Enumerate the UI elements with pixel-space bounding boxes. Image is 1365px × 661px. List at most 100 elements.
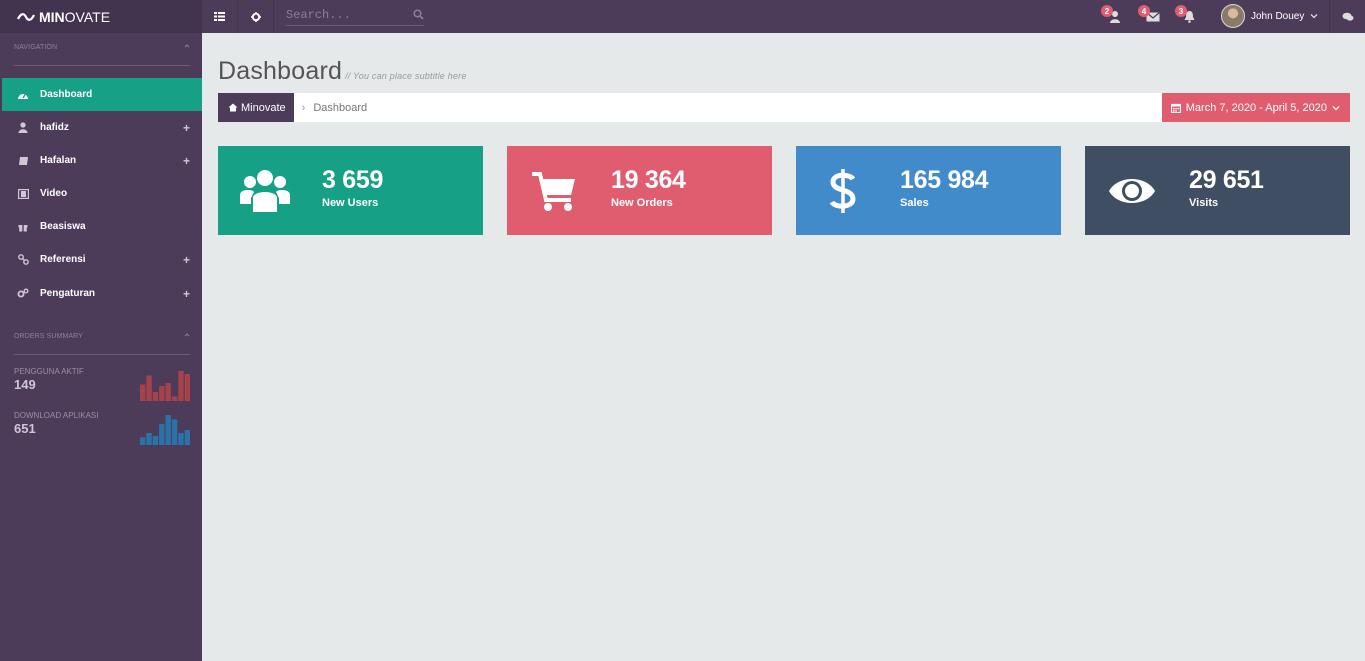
dashboard-icon	[17, 89, 29, 101]
notification-alerts-button[interactable]: 3	[1175, 5, 1200, 26]
sidebar: NAVIGATION Dashboard hafidz + Hafalan + …	[0, 33, 202, 661]
brand-logo[interactable]: MIN OVATE	[0, 0, 202, 33]
shopping-cart-icon	[529, 168, 579, 214]
page-title: Dashboard// You can place subtitle here	[218, 57, 467, 86]
sparkline-bar	[152, 436, 159, 445]
sparkline-bar	[165, 415, 171, 445]
stat-card-new-users[interactable]: 3 659 New Users	[218, 146, 483, 235]
orders-summary-section-title[interactable]: ORDERS SUMMARY	[14, 333, 190, 355]
home-icon	[228, 103, 238, 112]
sparkline-bar	[184, 430, 190, 445]
stat-label: Sales	[900, 197, 929, 209]
sidebar-item-label: hafidz	[40, 122, 69, 133]
chat-button[interactable]	[1329, 0, 1365, 33]
sidebar-item-video[interactable]: Video	[2, 177, 202, 210]
search-input[interactable]	[286, 7, 396, 22]
sidebar-item-label: Video	[40, 188, 68, 199]
stat-label: Visits	[1189, 197, 1219, 209]
sidebar-item-referensi[interactable]: Referensi +	[2, 243, 202, 276]
stat-card-sales[interactable]: 165 984 Sales	[796, 146, 1061, 235]
sparkline-bar	[184, 374, 190, 401]
user-icon	[17, 122, 29, 134]
wave-logo-icon	[17, 12, 35, 21]
notification-messages-button[interactable]: 4	[1138, 5, 1163, 26]
stat-value: 165 984	[900, 166, 989, 194]
sidebar-item-hafalan[interactable]: Hafalan +	[2, 144, 202, 177]
cogs-icon	[17, 288, 29, 300]
stat-value: 29 651	[1189, 166, 1264, 194]
sparkline-bar	[165, 383, 171, 401]
link-icon	[17, 254, 29, 266]
expand-plus-icon[interactable]: +	[183, 253, 190, 267]
navigation-section-title[interactable]: NAVIGATION	[14, 44, 190, 66]
search-icon[interactable]	[413, 9, 424, 20]
toggle-sidebar-button[interactable]	[202, 0, 238, 33]
page-subtitle: // You can place subtitle here	[345, 71, 467, 81]
brand-name-bold: MIN	[39, 8, 65, 25]
sidebar-item-dashboard[interactable]: Dashboard	[2, 78, 202, 111]
daterange-text: March 7, 2020 - April 5, 2020	[1185, 101, 1327, 114]
sparkline-bar	[171, 396, 178, 401]
users-icon	[240, 168, 290, 214]
breadcrumb-separator: ›	[301, 101, 306, 114]
sidebar-item-hafidz[interactable]: hafidz +	[2, 111, 202, 144]
stat-card-visits[interactable]: 29 651 Visits	[1085, 146, 1350, 235]
sidebar-item-label: Referensi	[40, 254, 86, 265]
breadcrumb-current: Dashboard	[313, 101, 368, 114]
sidebar-item-pengaturan[interactable]: Pengaturan +	[2, 277, 202, 310]
notification-users-button[interactable]: 2	[1101, 5, 1126, 26]
sidebar-item-beasiswa[interactable]: Beasiswa	[2, 210, 202, 243]
expand-plus-icon[interactable]: +	[183, 154, 190, 168]
user-menu[interactable]: John Douey	[1221, 3, 1318, 29]
stat-value: 19 364	[611, 166, 686, 194]
sparkline-bar	[140, 384, 146, 401]
notification-badge: 2	[1101, 5, 1113, 17]
book-icon	[17, 155, 29, 167]
comments-icon	[1342, 12, 1353, 21]
dollar-icon	[818, 168, 868, 214]
sparkline-chart	[140, 415, 190, 445]
sparkline-chart	[140, 371, 190, 401]
summary-pengguna-aktif: PENGGUNA AKTIF 149	[14, 367, 190, 401]
chevron-down-icon	[1310, 14, 1318, 19]
expand-plus-icon[interactable]: +	[183, 287, 190, 301]
film-icon	[17, 188, 29, 200]
breadcrumb-home-link[interactable]: Minovate	[218, 93, 294, 122]
stat-label: New Orders	[611, 197, 673, 209]
gift-icon	[17, 221, 29, 233]
sidebar-item-label: Pengaturan	[40, 288, 96, 299]
sparkline-bar	[178, 433, 184, 445]
notification-badge: 4	[1138, 5, 1150, 17]
sparkline-bar	[159, 424, 165, 445]
sidebar-item-label: Beasiswa	[40, 221, 86, 232]
summary-download-aplikasi: DOWNLOAD APLIKASI 651	[14, 411, 190, 445]
sparkline-bar	[152, 392, 159, 401]
user-name: John Douey	[1251, 10, 1305, 22]
avatar	[1221, 4, 1245, 28]
chevron-up-icon	[184, 333, 190, 337]
expand-plus-icon[interactable]: +	[183, 121, 190, 135]
page-title-text: Dashboard	[218, 57, 343, 85]
sidebar-item-label: Dashboard	[40, 89, 93, 100]
sparkline-bar	[178, 371, 184, 401]
chevron-up-icon	[184, 44, 190, 48]
brand-name-light: OVATE	[64, 8, 111, 25]
section-title-text: ORDERS SUMMARY	[14, 333, 83, 340]
search-box	[286, 4, 424, 26]
section-title-text: NAVIGATION	[14, 44, 58, 51]
eye-icon	[1107, 168, 1157, 214]
settings-button[interactable]	[238, 0, 274, 33]
calendar-icon	[1170, 103, 1181, 113]
stat-card-new-orders[interactable]: 19 364 New Orders	[507, 146, 772, 235]
stat-label: New Users	[322, 197, 379, 209]
notification-badge: 3	[1175, 5, 1187, 17]
chevron-down-icon	[1332, 105, 1340, 110]
stat-value: 3 659	[322, 166, 384, 194]
sparkline-bar	[140, 437, 146, 445]
top-navbar: MINOVATE 2 4 3	[0, 0, 1365, 33]
menu-list-icon	[214, 12, 225, 21]
daterange-picker[interactable]: March 7, 2020 - April 5, 2020	[1161, 93, 1350, 122]
sparkline-bar	[146, 433, 152, 445]
breadcrumb-home-label: Minovate	[241, 101, 286, 114]
breadcrumb: Minovate › Dashboard March 7, 2020 - Apr…	[218, 93, 1350, 122]
